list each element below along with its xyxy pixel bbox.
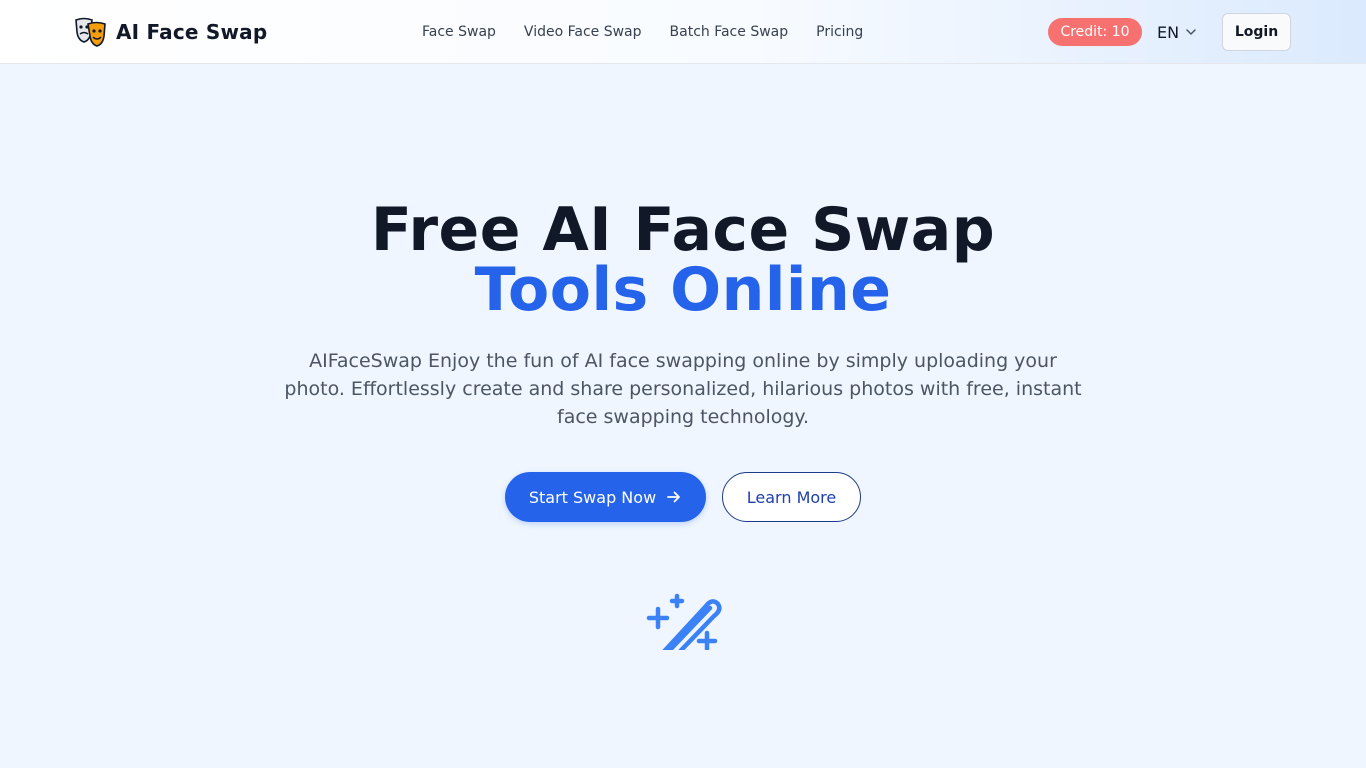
nav-face-swap[interactable]: Face Swap [422, 24, 496, 40]
nav-batch-face-swap[interactable]: Batch Face Swap [670, 24, 789, 40]
learn-more-button[interactable]: Learn More [722, 472, 861, 522]
start-swap-label: Start Swap Now [528, 487, 657, 507]
login-button[interactable]: Login [1222, 13, 1291, 51]
start-swap-button[interactable]: Start Swap Now [505, 472, 706, 522]
hero-title-line2: Tools Online [474, 255, 892, 325]
hero-graphic [646, 590, 722, 650]
nav-video-face-swap[interactable]: Video Face Swap [524, 24, 642, 40]
credit-badge: Credit: 10 [1048, 18, 1142, 46]
chevron-down-icon [1186, 29, 1196, 35]
site-header: AI Face Swap Face Swap Video Face Swap B… [0, 0, 1366, 64]
theater-masks-icon [75, 17, 106, 47]
main-nav: Face Swap Video Face Swap Batch Face Swa… [422, 0, 863, 64]
hero-section: Free AI Face Swap Tools Online [0, 200, 1366, 320]
brand-logo-link[interactable]: AI Face Swap [74, 16, 267, 48]
nav-pricing[interactable]: Pricing [816, 24, 863, 40]
language-label: EN [1157, 22, 1180, 42]
hero-subtitle: AIFaceSwap Enjoy the fun of AI face swap… [284, 350, 1082, 428]
hero-title-line1: Free AI Face Swap [370, 195, 996, 265]
brand-name: AI Face Swap [116, 20, 268, 44]
arrow-right-icon [667, 491, 681, 503]
language-selector[interactable]: EN [1157, 18, 1197, 46]
magic-wand-icon [646, 593, 722, 650]
